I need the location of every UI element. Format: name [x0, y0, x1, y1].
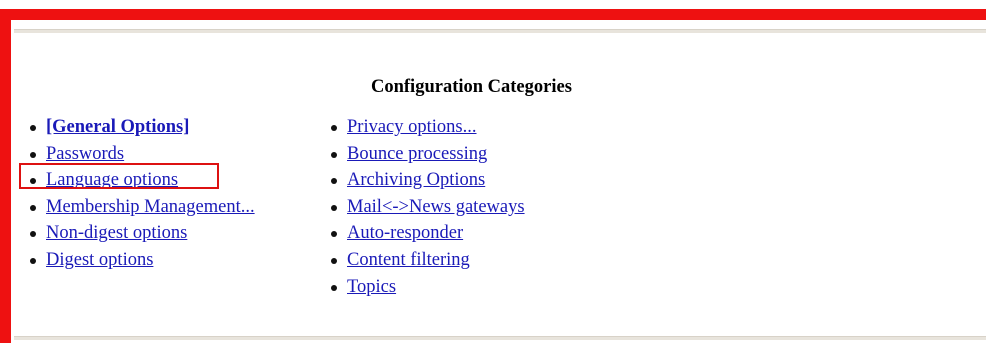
- bullet-icon: [331, 257, 337, 264]
- bullet-icon: [30, 151, 36, 158]
- bullet-icon: [30, 231, 36, 238]
- list-item-general-options: [General Options]: [28, 114, 255, 141]
- list-item-content-filtering: Content filtering: [329, 247, 525, 274]
- top-divider: [14, 29, 986, 33]
- link-content-filtering[interactable]: Content filtering: [347, 250, 470, 270]
- bullet-icon: [331, 284, 337, 291]
- left-category-list: [General Options] Passwords Language opt…: [28, 114, 255, 274]
- link-bounce-processing[interactable]: Bounce processing: [347, 144, 487, 164]
- list-item-mail-news-gateways: Mail<->News gateways: [329, 194, 525, 221]
- list-item-digest-options: Digest options: [28, 247, 255, 274]
- link-archiving-options[interactable]: Archiving Options: [347, 170, 485, 190]
- language-options-highlight-box: [19, 163, 219, 189]
- link-membership-management[interactable]: Membership Management...: [46, 197, 255, 217]
- list-item-archiving-options: Archiving Options: [329, 167, 525, 194]
- bottom-divider: [14, 336, 986, 340]
- link-passwords[interactable]: Passwords: [46, 144, 124, 164]
- bullet-icon: [331, 178, 337, 185]
- link-mail-news-gateways[interactable]: Mail<->News gateways: [347, 197, 525, 217]
- link-general-options[interactable]: [General Options]: [46, 117, 189, 137]
- page-heading: Configuration Categories: [371, 77, 572, 97]
- bullet-icon: [30, 125, 36, 131]
- list-item-privacy-options: Privacy options...: [329, 114, 525, 141]
- list-item-membership-management: Membership Management...: [28, 194, 255, 221]
- link-non-digest-options[interactable]: Non-digest options: [46, 223, 187, 243]
- bullet-icon: [331, 204, 337, 211]
- red-frame-left: [0, 9, 11, 343]
- list-item-non-digest-options: Non-digest options: [28, 220, 255, 247]
- link-privacy-options[interactable]: Privacy options...: [347, 117, 477, 137]
- bullet-icon: [331, 151, 337, 158]
- bullet-icon: [331, 125, 337, 131]
- list-item-topics: Topics: [329, 274, 525, 301]
- link-topics[interactable]: Topics: [347, 277, 396, 297]
- bullet-icon: [30, 257, 36, 264]
- list-item-auto-responder: Auto-responder: [329, 220, 525, 247]
- link-digest-options[interactable]: Digest options: [46, 250, 153, 270]
- link-auto-responder[interactable]: Auto-responder: [347, 223, 463, 243]
- bullet-icon: [30, 204, 36, 211]
- red-frame-top: [0, 9, 986, 20]
- bullet-icon: [331, 231, 337, 238]
- list-item-bounce-processing: Bounce processing: [329, 141, 525, 168]
- right-category-list: Privacy options... Bounce processing Arc…: [329, 114, 525, 300]
